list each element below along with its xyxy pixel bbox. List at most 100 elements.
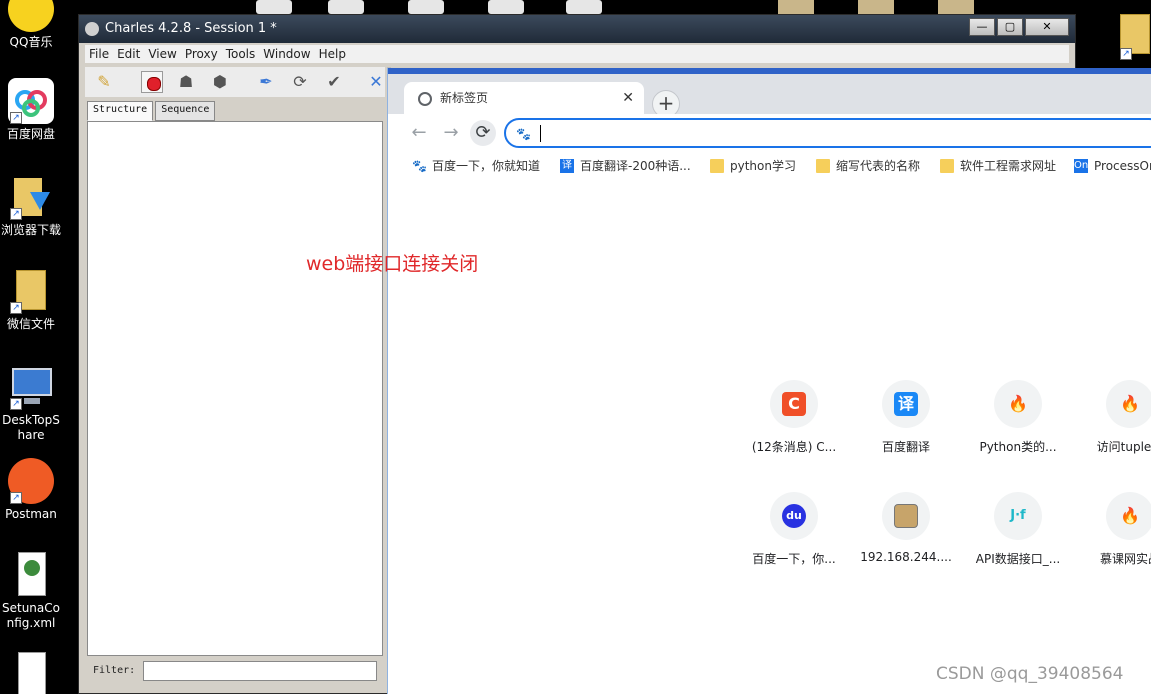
desktop-top-icon-6[interactable] bbox=[778, 0, 814, 14]
tab-sequence[interactable]: Sequence bbox=[155, 101, 216, 121]
shortcut-label: Python类的... bbox=[979, 440, 1057, 454]
shortcut-label: 百度一下，你... bbox=[752, 552, 836, 566]
desktop-icon-wechat-files[interactable]: ↗ 微信文件 bbox=[0, 268, 62, 332]
tools-wrench-icon[interactable]: ✕ bbox=[365, 71, 387, 93]
menu-proxy[interactable]: Proxy bbox=[185, 45, 218, 63]
desktop-top-icon-7[interactable] bbox=[858, 0, 894, 14]
close-tab-icon[interactable]: ✕ bbox=[622, 82, 634, 114]
baidu-paw-icon: 🐾 bbox=[412, 158, 427, 173]
shortcut-arrow-icon: ↗ bbox=[10, 492, 22, 504]
shortcut-circle bbox=[882, 492, 930, 540]
desktop-icon-setuna-config[interactable]: SetunaConfig.xml bbox=[0, 552, 62, 631]
translate-icon: 译 bbox=[560, 158, 574, 173]
desktop-icon-postman[interactable]: ↗ Postman bbox=[0, 458, 62, 522]
baidu-du-icon: du bbox=[782, 504, 806, 528]
back-arrow-icon[interactable]: ← bbox=[406, 120, 432, 146]
xml-file-icon bbox=[8, 552, 54, 598]
desktop-top-icon-3[interactable] bbox=[408, 0, 444, 14]
bookmark-folder-se[interactable]: 软件工程需求网址 bbox=[940, 152, 1056, 180]
menu-window[interactable]: Window bbox=[263, 45, 310, 63]
check-validate-icon[interactable]: ✔ bbox=[323, 71, 345, 93]
tomcat-icon bbox=[894, 504, 918, 528]
desktop-icon-label: 微信文件 bbox=[6, 317, 55, 331]
desktop-icon-qq-music[interactable]: QQ音乐 bbox=[0, 0, 62, 50]
desktop-icon-desktopshare[interactable]: ↗ DeskTopShare bbox=[0, 364, 62, 443]
refresh-repeat-icon[interactable]: ⟳ bbox=[289, 71, 311, 93]
qq-music-icon bbox=[8, 0, 54, 32]
browser-tab-newtab[interactable]: 新标签页 ✕ bbox=[404, 82, 644, 114]
desktop-top-icon-8[interactable] bbox=[938, 0, 974, 14]
bookmark-label: 缩写代表的名称 bbox=[836, 159, 921, 173]
menu-tools[interactable]: Tools bbox=[226, 45, 256, 63]
bookmark-baidu[interactable]: 🐾 百度一下，你就知道 bbox=[412, 152, 540, 180]
menu-file[interactable]: File bbox=[89, 45, 109, 63]
shortcut-local-ip[interactable]: 192.168.244.... bbox=[850, 492, 962, 564]
shortcut-circle: 译 bbox=[882, 380, 930, 428]
shortcut-circle: 🔥 bbox=[1106, 492, 1151, 540]
pen-compose-icon[interactable]: ✒ bbox=[255, 71, 277, 93]
menu-edit[interactable]: Edit bbox=[117, 45, 140, 63]
bookmark-label: 百度翻译-200种语... bbox=[580, 159, 691, 173]
desktop: QQ音乐 ↗ 百度网盘 ↗ 浏览器下载 ↗ 微信文件 ↗ DeskTopShar… bbox=[0, 0, 1151, 694]
shortcut-baidu-translate[interactable]: 译 百度翻译 bbox=[850, 380, 962, 455]
desktop-top-icon-5[interactable] bbox=[566, 0, 602, 14]
forward-arrow-icon[interactable]: → bbox=[438, 120, 464, 146]
shortcut-label: 192.168.244.... bbox=[860, 550, 952, 564]
desktop-icon-label: 百度网盘 bbox=[6, 127, 55, 141]
address-bar[interactable]: 🐾 bbox=[504, 118, 1151, 148]
broom-icon[interactable]: ✎ bbox=[93, 71, 115, 93]
minimize-button[interactable]: — bbox=[969, 18, 995, 36]
bookmark-label: python学习 bbox=[730, 159, 796, 173]
breakpoint-stop-icon[interactable]: ⬢ bbox=[209, 71, 231, 93]
shortcut-csdn[interactable]: C (12条消息) C... bbox=[738, 380, 850, 455]
bookmark-baidu-translate[interactable]: 译百度翻译-200种语... bbox=[560, 152, 691, 180]
baidu-netdisk-icon: ↗ bbox=[8, 78, 54, 124]
file-icon bbox=[8, 652, 54, 694]
shortcut-circle: 🔥 bbox=[1106, 380, 1151, 428]
globe-icon bbox=[418, 92, 432, 106]
reload-icon[interactable]: ⟳ bbox=[470, 120, 496, 146]
bookmark-processon[interactable]: On ProcessOn bbox=[1074, 152, 1151, 180]
desktop-icon-homework-folder[interactable]: ↗ bbox=[1118, 14, 1151, 64]
desktop-icon-label: QQ音乐 bbox=[9, 35, 53, 49]
shortcut-api-data[interactable]: J·f API数据接口_... bbox=[962, 492, 1074, 567]
shortcut-python-class[interactable]: 🔥 Python类的... bbox=[962, 380, 1074, 455]
charles-view-tabs: Structure Sequence bbox=[87, 101, 216, 121]
shortcut-arrow-icon: ↗ bbox=[10, 398, 22, 410]
charles-menubar: File Edit View Proxy Tools Window Help bbox=[85, 45, 1069, 63]
postman-icon: ↗ bbox=[8, 458, 54, 504]
structure-tree-panel[interactable] bbox=[87, 121, 383, 656]
charles-title: Charles 4.2.8 - Session 1 * bbox=[105, 21, 277, 36]
folder-icon bbox=[710, 158, 724, 173]
tab-title: 新标签页 bbox=[440, 91, 489, 105]
record-button[interactable] bbox=[141, 71, 163, 93]
shortcut-imooc[interactable]: 🔥 慕课网实战 bbox=[1074, 492, 1151, 567]
shortcut-label: 慕课网实战 bbox=[1099, 552, 1151, 566]
folder-icon: ↗ bbox=[8, 268, 54, 314]
bookmark-folder-python[interactable]: python学习 bbox=[710, 152, 796, 180]
folder-icon bbox=[816, 158, 830, 173]
desktop-top-icon-1[interactable] bbox=[256, 0, 292, 14]
browser-navbar: ← → ⟳ 🐾 bbox=[388, 114, 1151, 152]
close-button[interactable]: ✕ bbox=[1025, 18, 1069, 36]
charles-app-icon bbox=[85, 22, 99, 36]
desktop-top-icon-4[interactable] bbox=[488, 0, 524, 14]
charles-titlebar[interactable]: Charles 4.2.8 - Session 1 * — ▢ ✕ bbox=[79, 15, 1075, 43]
menu-help[interactable]: Help bbox=[319, 45, 346, 63]
shortcut-arrow-icon: ↗ bbox=[10, 302, 22, 314]
desktop-icon-label: 浏览器下载 bbox=[0, 223, 61, 237]
desktop-top-icon-2[interactable] bbox=[328, 0, 364, 14]
watermark: CSDN @qq_39408564 bbox=[936, 664, 1124, 684]
shortcut-tuple[interactable]: 🔥 访问tuple元 bbox=[1074, 380, 1151, 455]
menu-view[interactable]: View bbox=[148, 45, 176, 63]
shortcut-baidu[interactable]: du 百度一下，你... bbox=[738, 492, 850, 567]
desktop-icon-baidu-netdisk[interactable]: ↗ 百度网盘 bbox=[0, 78, 62, 142]
filter-bar: Filter: bbox=[87, 660, 383, 684]
tab-structure[interactable]: Structure bbox=[87, 101, 154, 121]
turtle-throttle-icon[interactable]: ☗ bbox=[175, 71, 197, 93]
maximize-button[interactable]: ▢ bbox=[997, 18, 1023, 36]
desktop-icon-browser-downloads[interactable]: ↗ 浏览器下载 bbox=[0, 174, 62, 238]
desktop-icon-file[interactable] bbox=[0, 652, 62, 694]
bookmark-folder-abbr[interactable]: 缩写代表的名称 bbox=[816, 152, 920, 180]
filter-input[interactable] bbox=[143, 661, 377, 681]
